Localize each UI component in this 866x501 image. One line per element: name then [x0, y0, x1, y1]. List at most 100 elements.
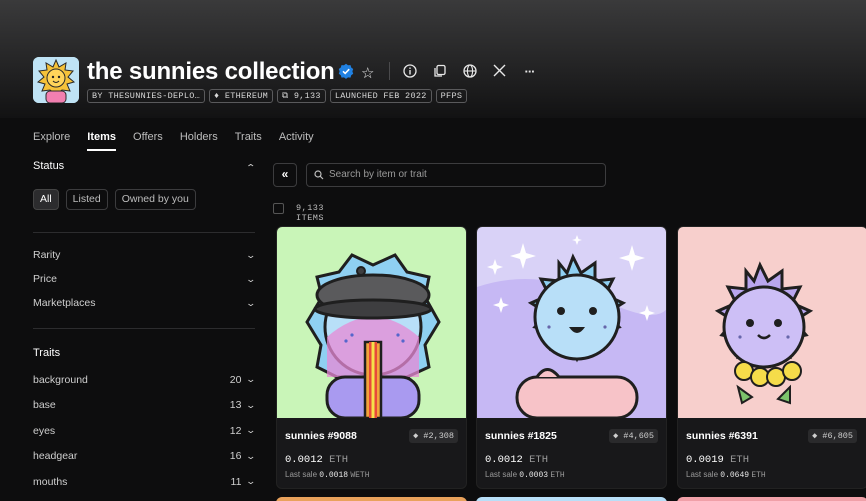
trait-label: base [33, 399, 56, 412]
traits-list: background 20 ⌄ base 13 ⌄ eyes 12 ⌄ headgear 16… [33, 367, 257, 495]
status-chips: All Listed Owned by you [33, 189, 255, 210]
last-sale-label: Last sale [686, 470, 719, 479]
search-icon [314, 164, 324, 189]
next-row-card-peek [476, 497, 667, 501]
rarity-rank-badge: ◆ #2,308 [409, 429, 458, 443]
collection-tabs: Explore Items Offers Holders Traits Acti… [33, 131, 331, 151]
chevron-down-icon: ⌄ [245, 297, 257, 308]
rarity-rank-badge: ◆ #6,805 [808, 429, 857, 443]
rarity-rank-badge: ◆ #4,605 [609, 429, 658, 443]
items-count: 9,133 ITEMS [296, 203, 325, 223]
tab-explore[interactable]: Explore [33, 131, 70, 151]
chevron-down-icon: ⌄ [245, 249, 257, 260]
tab-activity[interactable]: Activity [279, 131, 314, 151]
trait-count: 12 [229, 424, 242, 437]
filter-sidebar: Status ⌄ All Listed Owned by you Rarity ⌄… [33, 160, 257, 495]
traits-section-header: Traits [33, 347, 255, 359]
chevron-down-icon: ⌄ [245, 476, 257, 487]
tag-category[interactable]: PFPS [435, 89, 468, 103]
trait-label: headgear [33, 450, 78, 463]
trait-background[interactable]: background 20 ⌄ [33, 367, 257, 393]
price-unit: ETH [329, 454, 349, 466]
status-chip-owned[interactable]: Owned by you [114, 189, 196, 210]
chevron-down-icon: ⌄ [245, 450, 257, 461]
price-value: 0.0019 [686, 454, 724, 466]
divider [33, 328, 255, 329]
item-image [678, 227, 866, 418]
trait-mouths[interactable]: mouths 11 ⌄ [33, 469, 257, 495]
price-value: 0.0012 [285, 454, 323, 466]
chevron-down-icon: ⌄ [245, 374, 257, 385]
next-row-card-peek [276, 497, 467, 501]
traits-title: Traits [33, 347, 61, 359]
chevron-down-icon: ⌄ [245, 273, 257, 284]
last-sale-value: 0.0003 [519, 471, 549, 480]
last-sale: Last sale 0.0003 ETH [485, 470, 565, 480]
x-logo-icon[interactable] [492, 64, 507, 79]
chevron-down-icon: ⌄ [245, 425, 257, 436]
rarity-rank: #6,805 [822, 431, 853, 441]
trait-eyes[interactable]: eyes 12 ⌄ [33, 418, 257, 444]
trait-count: 16 [229, 450, 242, 463]
item-image [477, 227, 666, 418]
tag-creator[interactable]: BY THESUNNIES-DEPLO… [87, 89, 206, 103]
item-price: 0.0019 ETH [686, 454, 749, 466]
filter-label: Marketplaces [33, 297, 96, 309]
tag-chain: ♦ ETHEREUM [209, 89, 274, 103]
last-sale-value: 0.0649 [720, 471, 750, 480]
trait-count: 11 [230, 475, 242, 488]
status-chip-all[interactable]: All [33, 189, 59, 210]
last-sale-value: 0.0018 [319, 471, 349, 480]
item-card[interactable]: sunnies #6391 ◆ #6,805 0.0019 ETH Last s… [677, 226, 866, 489]
item-name: sunnies #9088 [285, 430, 357, 442]
tab-items[interactable]: Items [87, 131, 116, 151]
filter-rarity[interactable]: Rarity ⌄ [33, 243, 257, 267]
trait-headgear[interactable]: headgear 16 ⌄ [33, 444, 257, 470]
filter-label: Price [33, 273, 57, 285]
status-section-header[interactable]: Status ⌄ [33, 160, 257, 172]
verified-badge-icon [338, 63, 354, 79]
filter-price[interactable]: Price ⌄ [33, 267, 257, 291]
collapse-sidebar-button[interactable]: « [273, 163, 297, 187]
more-icon[interactable]: ··· [522, 64, 537, 79]
item-name: sunnies #6391 [686, 430, 758, 442]
last-sale-unit: ETH [550, 471, 565, 480]
tab-traits[interactable]: Traits [235, 131, 262, 151]
trait-count: 20 [229, 373, 242, 386]
divider [33, 232, 255, 233]
tab-holders[interactable]: Holders [180, 131, 218, 151]
chevron-up-icon[interactable]: ⌄ [246, 160, 257, 172]
collection-tags: BY THESUNNIES-DEPLO… ♦ ETHEREUM ⧉ 9,133 … [87, 89, 468, 103]
last-sale-label: Last sale [285, 470, 318, 479]
tab-offers[interactable]: Offers [133, 131, 163, 151]
select-all-checkbox[interactable] [273, 203, 284, 214]
last-sale-label: Last sale [485, 470, 518, 479]
star-icon[interactable]: ☆ [361, 64, 374, 82]
next-row-card-peek [677, 497, 866, 501]
item-price: 0.0012 ETH [285, 454, 348, 466]
item-card[interactable]: sunnies #9088 ◆ #2,308 0.0012 ETH Last s… [276, 226, 467, 489]
collection-page: the sunnies collection ☆ ··· BY THESUNNI… [0, 0, 866, 501]
trait-label: mouths [33, 475, 68, 488]
trait-base[interactable]: base 13 ⌄ [33, 393, 257, 419]
info-icon[interactable] [402, 64, 417, 79]
status-title: Status [33, 160, 65, 172]
tag-supply: ⧉ 9,133 [277, 89, 326, 103]
last-sale-unit: WETH [350, 471, 370, 480]
last-sale-unit: ETH [751, 471, 766, 480]
item-card[interactable]: sunnies #1825 ◆ #4,605 0.0012 ETH Last s… [476, 226, 667, 489]
filter-marketplaces[interactable]: Marketplaces ⌄ [33, 291, 257, 315]
item-price: 0.0012 ETH [485, 454, 548, 466]
chevron-down-icon: ⌄ [245, 399, 257, 410]
price-unit: ETH [529, 454, 549, 466]
copy-icon[interactable] [432, 64, 447, 79]
last-sale: Last sale 0.0649 ETH [686, 470, 766, 480]
status-chip-listed[interactable]: Listed [65, 189, 108, 210]
trait-label: eyes [33, 424, 56, 437]
collection-avatar [33, 57, 79, 103]
item-name: sunnies #1825 [485, 430, 557, 442]
rarity-rank: #4,605 [623, 431, 654, 441]
search-input[interactable]: Search by item or trait [306, 163, 606, 187]
search-placeholder: Search by item or trait [329, 169, 427, 180]
globe-icon[interactable] [462, 64, 477, 79]
